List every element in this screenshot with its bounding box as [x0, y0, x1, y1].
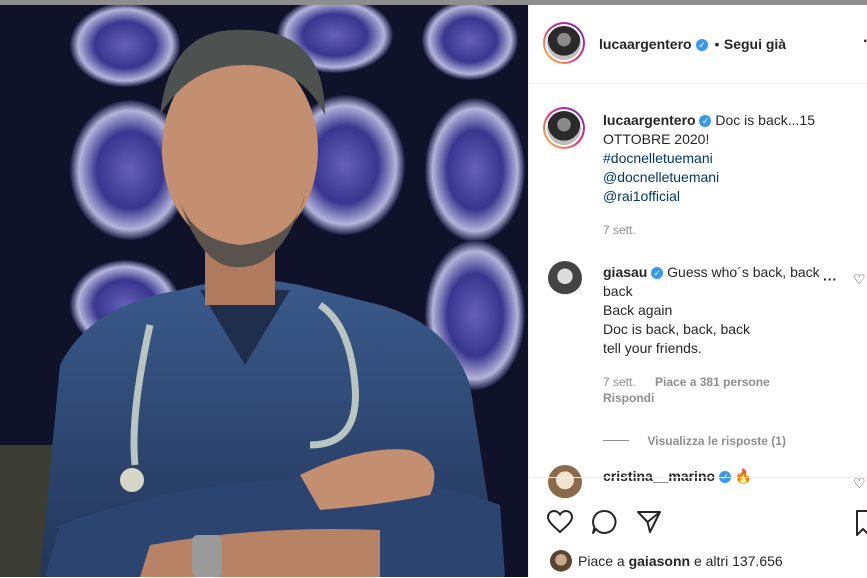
author-avatar[interactable]: [543, 22, 585, 64]
liker-avatar[interactable]: [550, 550, 572, 572]
caption: lucaargentero ✓ Doc is back...15 OTTOBRE…: [603, 111, 843, 206]
verified-badge-icon: ✓: [651, 267, 664, 279]
bookmark-icon[interactable]: [856, 510, 867, 536]
replies-divider: [603, 440, 629, 441]
view-replies[interactable]: Visualizza le risposte (1): [603, 432, 786, 450]
share-icon[interactable]: [636, 510, 662, 534]
comment-like-heart-icon[interactable]: ♡: [853, 271, 866, 288]
comment-time[interactable]: 7 sett.: [603, 375, 636, 389]
reply-button[interactable]: Rispondi: [603, 391, 654, 405]
caption-mention[interactable]: @rai1official: [603, 188, 680, 204]
likes-suffix[interactable]: e altri 137.656: [694, 553, 783, 569]
caption-hashtag[interactable]: #docnelletuemani: [603, 150, 713, 166]
avatar-image: [547, 26, 581, 60]
post-photo-illustration: [0, 5, 528, 577]
caption-author-avatar[interactable]: [543, 107, 585, 149]
heart-icon[interactable]: [547, 510, 573, 534]
follow-status-button[interactable]: Segui già: [724, 36, 786, 52]
commenter-avatar[interactable]: [548, 261, 582, 295]
comment-text-line: tell your friends.: [603, 340, 702, 356]
caption-mention[interactable]: @docnelletuemani: [603, 169, 719, 185]
likes-summary: Piace a gaiasonn e altri 137.656: [578, 552, 783, 571]
likes-prefix: Piace a: [578, 553, 625, 569]
avatar-image: [547, 111, 581, 145]
caption-time[interactable]: 7 sett.: [603, 223, 636, 237]
verified-badge-icon: ✓: [699, 115, 712, 127]
view-replies-label[interactable]: Visualizza le risposte (1): [647, 434, 786, 448]
comment-options-icon[interactable]: ···: [819, 271, 837, 287]
comment: giasau ✓ Guess who´s back, back, back Ba…: [603, 263, 835, 358]
likes-user[interactable]: gaiasonn: [629, 553, 690, 569]
comment-username[interactable]: giasau: [603, 264, 647, 280]
more-icon[interactable]: ·: [863, 33, 867, 51]
post-side-panel: lucaargentero ✓ • Segui già · lucaargent…: [528, 5, 867, 577]
comment-text-line: Doc is back, back, back: [603, 321, 751, 337]
post-header: lucaargentero ✓ • Segui già ·: [529, 5, 867, 84]
post-image[interactable]: [0, 5, 528, 577]
verified-badge-icon: ✓: [696, 39, 709, 51]
comment-text-line: Back again: [603, 302, 673, 318]
caption-username[interactable]: lucaargentero: [603, 112, 696, 128]
comment-likes[interactable]: Piace a 381 persone: [655, 375, 770, 389]
header-separator: •: [714, 36, 720, 52]
author-username[interactable]: lucaargentero: [599, 36, 692, 52]
comment-icon[interactable]: [591, 509, 617, 535]
action-bar: Piace a gaiasonn e altri 137.656: [529, 477, 867, 578]
